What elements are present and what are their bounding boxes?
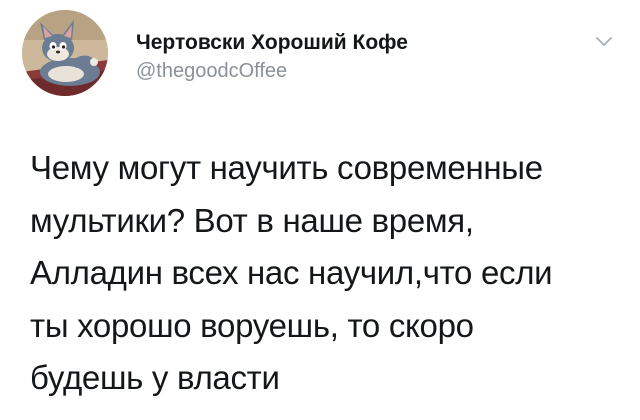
avatar[interactable] [22,10,108,96]
chevron-down-icon[interactable] [594,34,614,48]
tweet-text-line: будешь у власти [30,359,280,396]
tweet-text: Чему могут научить современные мультики?… [30,142,630,405]
display-name[interactable]: Чертовски Хороший Кофе [136,31,408,55]
tweet-card: Чертовски Хороший Кофе @thegoodcOffee Че… [0,0,640,420]
tweet-text-line: Чему могут научить современные [30,149,543,186]
user-handle[interactable]: @thegoodcOffee [136,60,287,83]
cartoon-cat-avatar-icon [22,10,108,96]
tweet-text-line: мультики? Вот в наше время, [30,201,474,239]
tweet-text-line: ты хорошо воруешь, то скоро [30,306,474,344]
tweet-text-line: Алладин всех нас научил,что если [30,254,553,291]
